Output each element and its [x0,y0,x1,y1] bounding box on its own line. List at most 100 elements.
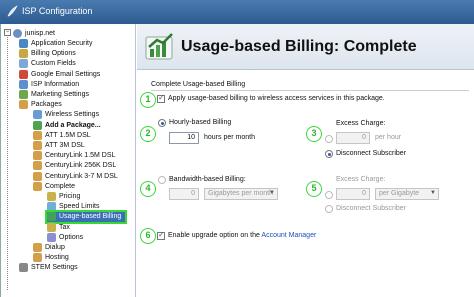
tree-node-icon [19,49,28,59]
tree-item-label: ATT 3M DSL [45,142,85,149]
bandwidth-billing-radio[interactable] [158,176,166,184]
tree-item-label: ISP Information [31,80,80,88]
tree-item-centurylink-3-7-m-dsl[interactable]: CenturyLink 3-7 M DSL [33,171,118,181]
upgrade-option-label: Enable upgrade option on the Account Man… [168,232,316,239]
tree-item-options[interactable]: Options [47,232,83,242]
tree-node-icon [33,161,42,171]
marker-3: 3 [306,126,322,142]
tree-item-application-security[interactable]: Application Security [19,39,92,49]
tree-item-wireless-settings[interactable]: Wireless Settings [33,110,99,120]
tree-item-custom-fields[interactable]: Custom Fields [19,59,76,69]
tree-node-icon [47,212,56,222]
bandwidth-amount-input[interactable]: 0 [169,188,199,200]
main-area: − junisp.net Application Security Billing… [0,24,474,297]
account-manager-link[interactable]: Account Manager [261,232,316,239]
hourly-billing-radio[interactable] [158,119,166,127]
tree-node-icon [33,253,42,263]
tree-item-label: Hosting [45,254,69,262]
tree-item-usage-based-billing[interactable]: Usage-based Billing [44,209,128,224]
tree-item-marketing-settings[interactable]: Marketing Settings [19,90,89,100]
tree-item-isp-information[interactable]: ISP Information [19,79,79,89]
page-title: Usage-based Billing: Complete [181,38,417,55]
bandwidth-billing-label: Bandwidth-based Billing: [169,176,246,183]
title-bar: ISP Configuration [0,0,474,24]
tree-item-centurylink-1-5m-dsl[interactable]: CenturyLink 1.5M DSL [33,151,115,161]
tree-node-icon [19,100,28,110]
tree-node-icon [33,120,42,130]
tree-item-label: Wireless Settings [45,111,100,119]
hours-unit-label: hours per month [204,134,255,141]
panel-header: Usage-based Billing: Complete [137,24,474,70]
tree-node-icon [47,192,56,201]
excess-charge-hourly-label: Excess Charge: [336,120,386,127]
settings-tree[interactable]: − junisp.net Application Security Billing… [1,24,136,297]
disconnect-bandwidth-radio[interactable] [325,205,333,213]
tree-item-label: Complete [45,182,75,190]
tree-node-icon [47,232,56,242]
marker-6: 6 [140,228,156,244]
marker-2: 2 [140,126,156,142]
bandwidth-unit-select[interactable]: Gigabytes per month ▼ [204,188,278,200]
excess-unit-select[interactable]: per Gigabyte ▼ [375,188,439,200]
excess-hourly-amount-input[interactable]: 0 [336,132,370,144]
tree-item-google-email-settings[interactable]: Google Email Settings [19,69,100,79]
tree-item-label: ATT 1.5M DSL [45,131,91,139]
tree-node-icon [33,151,42,161]
excess-charge-hourly-radio[interactable] [325,135,333,143]
marker-5: 5 [306,181,322,197]
excess-charge-bandwidth-label: Excess Charge: [336,176,386,183]
tree-item-label: Packages [31,101,62,109]
bandwidth-unit-value: Gigabytes per month [208,190,273,197]
tree-item-label: Google Email Settings [31,70,101,78]
tree-item-label: Marketing Settings [31,91,89,98]
upgrade-option-checkbox[interactable] [157,230,165,240]
section-divider [151,90,469,91]
billing-chart-icon [145,33,173,60]
tree-item-att-3m-dsl[interactable]: ATT 3M DSL [33,141,85,151]
tree-item-label: Pricing [59,193,81,200]
tree-item-label: CenturyLink 1.5M DSL [45,152,116,160]
apply-billing-checkbox[interactable] [157,93,165,103]
tree-item-label: Add a Package... [45,121,101,129]
tree-item-dialup[interactable]: Dialup [33,243,65,253]
tree-item-hosting[interactable]: Hosting [33,253,69,263]
expand-toggle-root[interactable]: − [4,29,11,36]
tree-item-tax[interactable]: Tax [47,222,70,232]
tree-guide [7,32,8,290]
tree-node-icon [47,222,56,232]
tree-item-stem-settings[interactable]: STEM Settings [19,263,78,273]
tree-item-label: Usage-based Billing [59,213,122,221]
window-title: ISP Configuration [22,6,93,16]
tree-item-pricing[interactable]: Pricing [47,192,80,202]
tree-node-icon [47,202,56,212]
tree-item-label: Application Security [31,40,93,47]
tree-item-packages[interactable]: Packages [19,100,62,110]
upgrade-option-text: Enable upgrade option on the [168,232,260,239]
disconnect-bandwidth-label: Disconnect Subscriber [336,205,407,212]
tree-node-icon [19,39,28,48]
tree-item-speed-limits[interactable]: Speed Limits [47,202,99,212]
disconnect-hourly-label: Disconnect Subscriber [336,150,407,157]
tree-node-icon [19,90,28,99]
marker-1: 1 [140,92,156,108]
tree-item-add-a-package[interactable]: Add a Package... [33,120,101,130]
tree-item-att-1-5m-dsl[interactable]: ATT 1.5M DSL [33,130,91,140]
tree-item-label: Options [59,233,84,241]
tree-node-icon [19,263,28,273]
tree-item-label: CenturyLink 3-7 M DSL [45,172,118,180]
tree-item-billing-options[interactable]: Billing Options [19,49,76,59]
tree-item-label: Speed Limits [59,203,100,211]
excess-bandwidth-amount-input[interactable]: 0 [336,188,370,200]
tree-item-root[interactable]: junisp.net [13,28,55,38]
hours-input[interactable]: 10 [169,132,199,144]
marker-4: 4 [140,181,156,197]
tree-item-complete[interactable]: Complete [33,181,75,191]
chevron-down-icon: ▼ [430,190,436,196]
section-title: Complete Usage-based Billing [151,81,246,88]
excess-charge-bandwidth-radio[interactable] [325,191,333,199]
per-hour-label: per hour [375,134,402,141]
tree-item-centurylink-256k-dsl[interactable]: CenturyLink 256K DSL [33,161,116,171]
hourly-billing-label: Hourly-based Billing [169,119,232,126]
disconnect-hourly-radio[interactable] [325,150,333,158]
tree-node-icon [33,110,42,120]
